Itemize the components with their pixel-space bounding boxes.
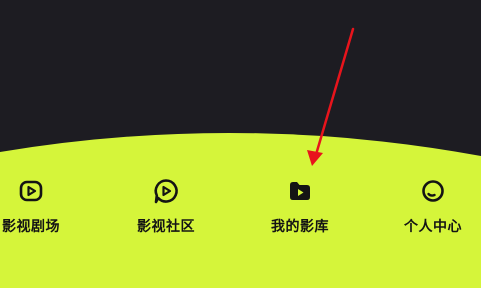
play-video-icon (16, 176, 46, 206)
chat-play-icon (151, 176, 181, 206)
nav-item-label: 影视社区 (137, 219, 195, 235)
nav-item-theater[interactable]: 影视剧场 (0, 176, 76, 238)
background (0, 0, 481, 288)
nav-item-profile[interactable]: 个人中心 (388, 176, 478, 238)
profile-circle-icon (418, 176, 448, 206)
nav-item-community[interactable]: 影视社区 (121, 176, 211, 238)
folder-play-icon (285, 176, 315, 206)
nav-item-my-library[interactable]: 我的影库 (255, 176, 345, 238)
nav-item-label: 影视剧场 (2, 219, 60, 235)
nav-item-label: 个人中心 (404, 219, 462, 235)
nav-item-label: 我的影库 (271, 219, 329, 235)
app-screen: 影视剧场 影视社区 我的影库 个人中心 (0, 0, 481, 288)
